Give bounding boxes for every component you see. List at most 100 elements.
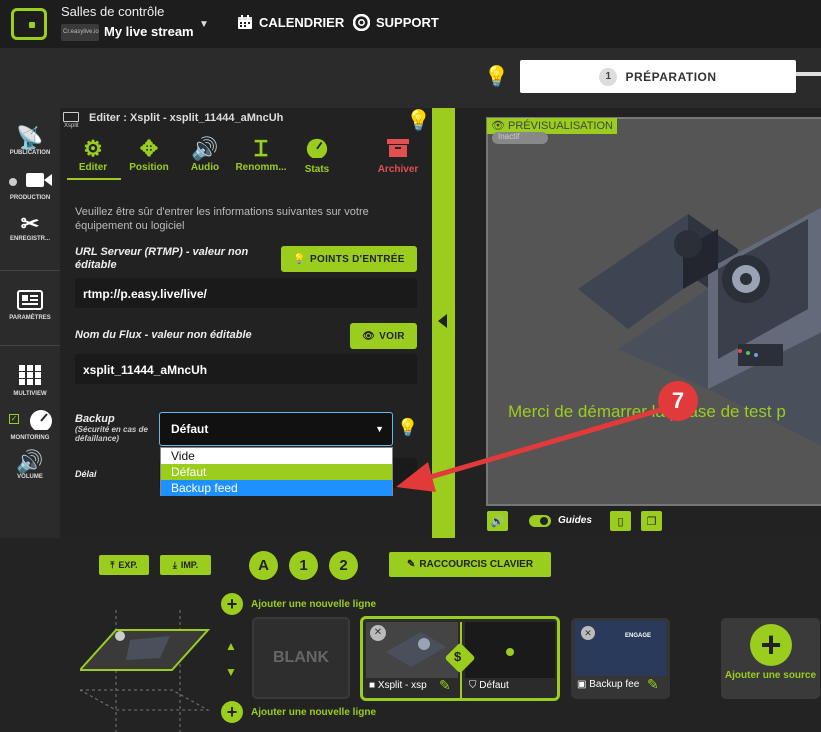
dollar-glyph: $ (454, 649, 462, 664)
nav-label: PARAMÈTRES (9, 315, 51, 321)
chevron-down-icon[interactable]: ▼ (199, 19, 209, 30)
view-button[interactable]: 👁 VOIR (350, 323, 417, 349)
nav-volume[interactable]: 🔊 VOLUME (0, 449, 60, 481)
eye-icon: 👁 (491, 120, 505, 132)
entry-points-button[interactable]: 💡 POINTS D'ENTRÉE (281, 246, 417, 272)
card-backup-label: ⛉ Défaut (469, 680, 549, 691)
add-source-label: Ajouter une source (724, 670, 817, 681)
add-line-top[interactable]: + Ajouter une nouvelle ligne (221, 593, 376, 615)
upload-icon: ⤒ (110, 559, 115, 570)
blank-scene[interactable]: BLANK (252, 617, 350, 699)
scissors-icon: ✂ (20, 211, 40, 236)
camera-icon: ■ (369, 680, 376, 691)
stream-thumbnail: Cr.easylive.io (61, 24, 99, 41)
delay-label: Délai (75, 469, 97, 479)
add-line-label: Ajouter une nouvelle ligne (251, 706, 377, 718)
add-source-button[interactable]: + Ajouter une source (721, 618, 820, 699)
volume-toggle-icon[interactable]: 🔊 (487, 511, 508, 531)
nav-settings[interactable]: PARAMÈTRES (0, 290, 60, 321)
export-label: EXP. (118, 560, 138, 570)
add-line-bottom[interactable]: + Ajouter une nouvelle ligne (221, 701, 376, 723)
step-connector (796, 72, 821, 76)
step-preparation[interactable]: 1 PRÉPARATION (520, 60, 796, 93)
calendar-link[interactable]: CALENDRIER (237, 14, 344, 30)
collapse-arrow-icon[interactable] (438, 314, 447, 328)
stream-name[interactable]: My live stream (104, 24, 194, 39)
scene-button-a[interactable]: A (249, 551, 278, 580)
scene-button-2[interactable]: 2 (329, 551, 358, 580)
tab-stats[interactable]: Stats (288, 136, 346, 175)
card-source-label: ▣ Backup fee (577, 679, 641, 690)
shortcuts-button[interactable]: ✎ RACCOURCIS CLAVIER (389, 552, 551, 577)
dropdown-option-empty[interactable]: Vide (161, 448, 392, 464)
tab-label: Archiver (377, 164, 419, 175)
xsplit-icon (63, 112, 79, 122)
engage-badge: ENGAGE (625, 633, 652, 639)
backup-dropdown: Vide Défaut Backup feed (160, 447, 393, 496)
backup-select[interactable]: Défaut ▼ (159, 412, 393, 446)
tab-label: Stats (304, 164, 330, 175)
lifebuoy-icon (353, 14, 370, 31)
rtmp-label: URL Serveur (RTMP) - valeur non éditable (75, 246, 249, 271)
edit-pencil-icon[interactable]: ✎ (439, 677, 451, 694)
import-button[interactable]: ⤓ IMP. (160, 555, 211, 575)
nav-multiview[interactable]: MULTIVIEW (0, 364, 60, 397)
nav-production[interactable]: PRODUCTION (0, 170, 60, 201)
broadcast-icon: 📡 (16, 125, 44, 150)
nav-publication[interactable]: 📡 PUBLICATION (0, 125, 60, 157)
scene-card-backup-feed[interactable]: ENGAGE ✕ ▣ Backup fee ✎ (571, 618, 670, 699)
gauge-icon (288, 136, 346, 164)
lightbulb-icon: 💡 (293, 253, 307, 265)
nav-label: PUBLICATION (9, 150, 51, 156)
tab-archive[interactable]: Archiver (369, 136, 427, 175)
nav-label: VOLUME (17, 474, 43, 480)
download-icon: ⤓ (172, 559, 177, 570)
tab-rename[interactable]: Ɪ Renomm... (232, 136, 290, 173)
view-label: VOIR (379, 330, 405, 342)
nav-label: MONITORING (10, 435, 50, 441)
stream-key-label: Nom du Flux - valeur non éditable (75, 329, 252, 341)
card-source-text: Xsplit - xsp (377, 680, 427, 691)
card-source-text: Backup fee (589, 679, 640, 690)
mobile-view-icon[interactable]: ▯ (610, 511, 631, 531)
stream-key-field[interactable]: xsplit_11444_aMncUh (75, 354, 417, 384)
layers-icon[interactable]: ❐ (641, 511, 662, 531)
plus-icon: + (750, 624, 792, 666)
step-badge: 7 (658, 381, 698, 421)
dropdown-option-backup-feed[interactable]: Backup feed (161, 480, 392, 496)
move-icon: ✥ (139, 136, 159, 161)
shortcuts-label: RACCOURCIS CLAVIER (419, 559, 534, 570)
grid-icon (0, 364, 60, 391)
backup-selected-value: Défaut (171, 422, 209, 436)
shield-icon: ⛉ (469, 680, 477, 691)
lightbulb-icon[interactable]: 💡 (406, 108, 431, 133)
lightbulb-icon[interactable]: 💡 (484, 64, 509, 89)
settings-panel-icon (0, 290, 60, 315)
close-icon[interactable]: ✕ (581, 626, 595, 640)
nav-monitoring[interactable]: MONITORING (0, 408, 60, 441)
tab-position[interactable]: ✥ Position (120, 136, 178, 173)
dropdown-option-default[interactable]: Défaut (161, 464, 392, 480)
tab-edit[interactable]: ⚙ Editer (64, 136, 122, 173)
editor-title: Editer : Xsplit - xsplit_11444_aMncUh (89, 112, 284, 124)
tab-audio[interactable]: 🔊 Audio (176, 136, 234, 173)
export-button[interactable]: ⤒ EXP. (99, 555, 149, 575)
nav-recording[interactable]: ✂ ENREGISTR... (0, 211, 60, 243)
support-link[interactable]: SUPPORT (353, 14, 439, 31)
preview-label-text: PRÉVISUALISATION (508, 120, 613, 132)
control-rooms-label[interactable]: Salles de contrôle (61, 4, 164, 19)
tab-label: Renomm... (235, 162, 287, 173)
archive-icon (369, 136, 427, 164)
close-icon[interactable]: ✕ (370, 625, 386, 641)
speaker-icon: 🔊 (16, 449, 44, 474)
nav-divider (0, 270, 60, 271)
chevron-down-icon: ▼ (375, 424, 384, 434)
scene-button-1[interactable]: 1 (289, 551, 318, 580)
rtmp-url-field[interactable]: rtmp://p.easy.live/live/ (75, 278, 417, 308)
edit-pencil-icon[interactable]: ✎ (647, 676, 659, 693)
nav-divider (0, 345, 60, 346)
move-down-icon[interactable]: ▼ (225, 665, 237, 679)
scene-card-active[interactable]: ✕ $ ■ Xsplit - xsp ⛉ Défaut ✎ (360, 616, 560, 701)
move-up-icon[interactable]: ▲ (225, 639, 237, 653)
tab-label: Audio (190, 162, 220, 173)
